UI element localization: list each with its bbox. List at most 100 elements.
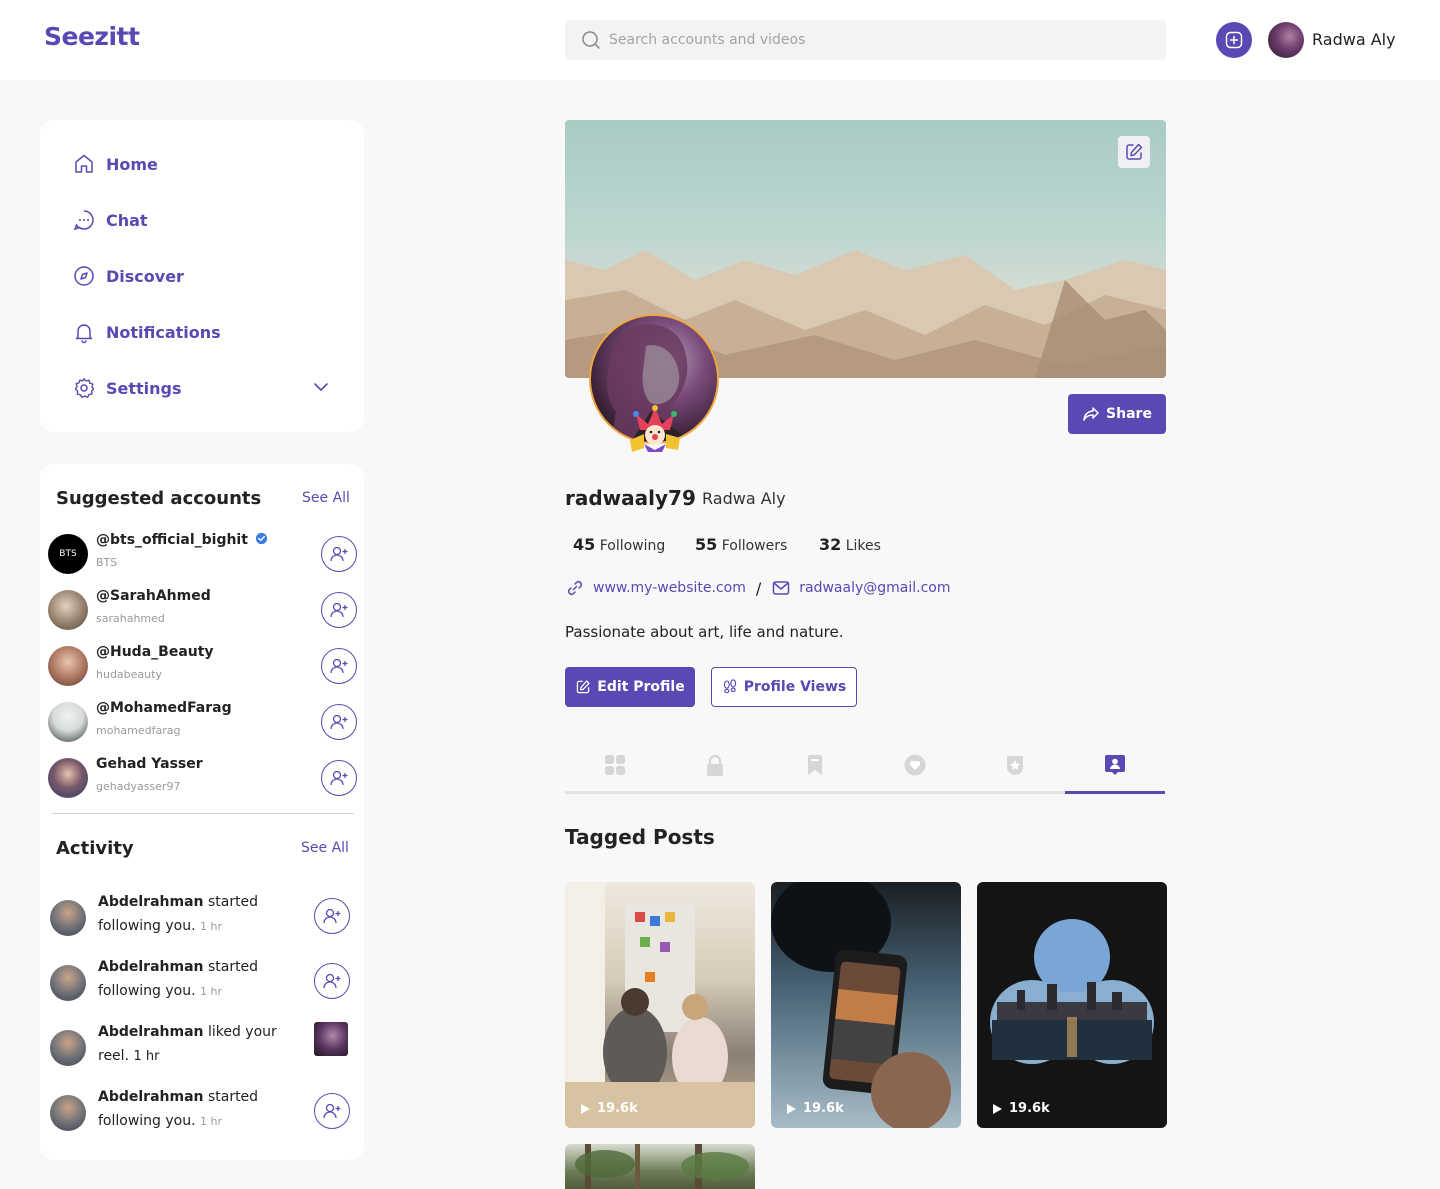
suggested-account[interactable]: Gehad Yasser gehadyasser97 (48, 756, 358, 800)
edit-profile-button[interactable]: Edit Profile (565, 667, 695, 707)
share-button[interactable]: Share (1068, 394, 1166, 434)
add-user-icon (330, 602, 348, 618)
add-user-icon (323, 1103, 341, 1119)
account-avatar (48, 590, 88, 630)
account-subname: mohamedfarag (96, 724, 181, 737)
suggested-see-all-link[interactable]: See All (302, 490, 350, 506)
suggested-account[interactable]: @MohamedFarag mohamedfarag (48, 700, 358, 744)
follow-button[interactable] (321, 704, 357, 740)
kids-drawing-image (565, 882, 755, 1128)
tab-private[interactable] (665, 746, 765, 794)
city-skyline-image (990, 919, 1154, 1064)
search-bar[interactable] (565, 20, 1166, 60)
mail-icon (772, 581, 790, 595)
activity-see-all-link[interactable]: See All (301, 840, 349, 856)
bts-avatar: BTS (48, 534, 88, 574)
add-user-icon (330, 714, 348, 730)
heart-icon (904, 754, 926, 776)
suggested-account[interactable]: BTS @bts_official_bighit BTS (48, 532, 358, 576)
activity-avatar (50, 900, 86, 936)
tagged-post[interactable]: 19.6k (977, 882, 1167, 1128)
view-count: 19.6k (785, 1101, 844, 1116)
tab-liked[interactable] (865, 746, 965, 794)
edit-cover-button[interactable] (1118, 136, 1150, 168)
search-input[interactable] (609, 32, 1109, 48)
activity-avatar (50, 1095, 86, 1131)
follow-button[interactable] (321, 760, 357, 796)
compass-icon (74, 266, 94, 286)
tagged-post[interactable]: 19.6k (771, 882, 961, 1128)
profile-username: radwaaly79 (565, 486, 696, 510)
website-link[interactable]: www.my-website.com (593, 580, 746, 596)
add-user-icon (330, 770, 348, 786)
suggested-account[interactable]: @SarahAhmed sarahahmed (48, 588, 358, 632)
link-icon (567, 580, 583, 596)
upload-button[interactable] (1216, 22, 1252, 58)
view-count: 19.6k (991, 1101, 1050, 1116)
edit-profile-label: Edit Profile (597, 679, 685, 695)
activity-avatar (50, 1030, 86, 1066)
view-count: 19.6k (579, 1101, 638, 1116)
chevron-down-icon[interactable] (312, 378, 330, 396)
account-avatar (48, 646, 88, 686)
liked-reel-thumbnail[interactable] (314, 1022, 348, 1056)
follow-button[interactable] (321, 592, 357, 628)
home-icon (75, 154, 93, 173)
footprints-icon (723, 679, 736, 694)
top-bar: Seezitt Radwa Aly (0, 0, 1440, 80)
section-divider (52, 813, 354, 814)
chat-icon (73, 210, 94, 231)
seezitt-logo[interactable]: Seezitt (44, 22, 140, 51)
follow-back-button[interactable] (314, 1093, 350, 1129)
account-avatar (48, 702, 88, 742)
nav-notifications[interactable]: Notifications (72, 318, 221, 346)
following-count[interactable]: 45 Following (573, 535, 665, 554)
user-name[interactable]: Radwa Aly (1312, 30, 1396, 49)
account-handle: @bts_official_bighit (96, 532, 268, 548)
play-icon (993, 1103, 1002, 1114)
badge-star-icon (1006, 756, 1024, 776)
edit-icon (1126, 143, 1143, 160)
email-link[interactable]: radwaaly@gmail.com (799, 580, 950, 596)
nav-settings[interactable]: Settings (72, 374, 182, 402)
profile-views-button[interactable]: Profile Views (711, 667, 857, 707)
profile-name: Radwa Aly (702, 489, 786, 508)
account-subname: BTS (96, 556, 118, 569)
user-avatar[interactable] (1268, 22, 1304, 58)
main-nav: Home Chat Discover Notifications Setting… (40, 120, 364, 432)
activity-item[interactable]: Abdelrahman liked your reel. 1 hr (50, 1020, 360, 1072)
profile-views-label: Profile Views (743, 679, 847, 695)
account-avatar (48, 758, 88, 798)
follow-back-button[interactable] (314, 963, 350, 999)
suggested-account[interactable]: @Huda_Beauty hudabeauty (48, 644, 358, 688)
follow-button[interactable] (321, 648, 357, 684)
account-subname: gehadyasser97 (96, 780, 181, 793)
links-separator: / (755, 578, 762, 598)
activity-avatar (50, 965, 86, 1001)
tagged-post[interactable] (565, 1144, 755, 1189)
nav-home[interactable]: Home (72, 150, 158, 178)
nav-notifications-label: Notifications (106, 322, 221, 342)
account-handle: @MohamedFarag (96, 700, 232, 716)
account-handle: @SarahAhmed (96, 588, 211, 604)
nav-chat[interactable]: Chat (72, 206, 148, 234)
activity-text: Abdelrahman started following you. 1 hr (98, 1089, 259, 1129)
activity-title: Activity (56, 838, 134, 859)
profile-tabs (565, 746, 1165, 794)
tab-badges[interactable] (965, 746, 1065, 794)
followers-count[interactable]: 55 Followers (695, 535, 787, 554)
plus-square-icon (1225, 31, 1243, 49)
likes-count: 32 Likes (819, 535, 881, 554)
follow-back-button[interactable] (314, 898, 350, 934)
suggested-title: Suggested accounts (56, 488, 262, 509)
nav-discover[interactable]: Discover (72, 262, 184, 290)
tagged-post[interactable]: 19.6k (565, 882, 755, 1128)
tab-posts[interactable] (565, 746, 665, 794)
play-icon (787, 1103, 796, 1114)
tab-saved[interactable] (765, 746, 865, 794)
tagged-user-icon (1105, 755, 1125, 775)
play-icon (581, 1103, 590, 1114)
account-handle: Gehad Yasser (96, 756, 203, 772)
follow-button[interactable] (321, 536, 357, 572)
tab-tagged[interactable] (1065, 746, 1165, 794)
